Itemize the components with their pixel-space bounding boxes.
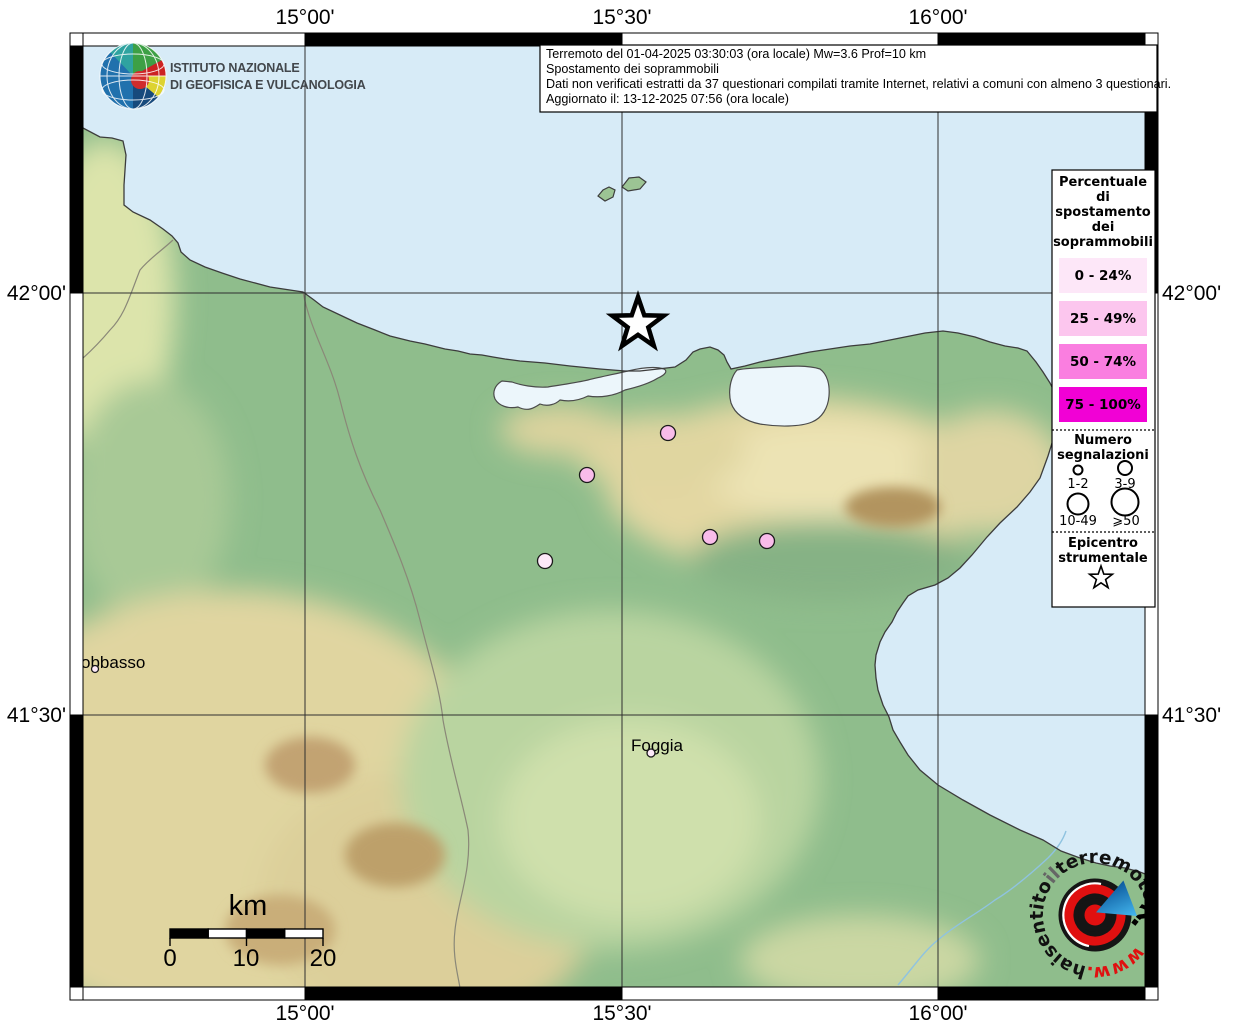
scale-unit-label: km [229,890,268,922]
axis-tick-label: 15°30' [592,1002,651,1024]
legend-title-line: Percentuale [1059,175,1147,190]
signal-size-icon [1074,466,1083,475]
signal-size-label: 3-9 [1114,477,1135,492]
legend-swatch-label: 75 - 100% [1065,397,1141,413]
axis-tick-label: 15°30' [592,6,651,29]
axis-tick-label: 42°00' [7,282,66,305]
signal-size-icon [1112,489,1139,516]
data-point [760,534,775,549]
data-point [703,530,718,545]
legend-title-line: spostamento [1055,205,1151,220]
lake-varano [730,366,830,426]
info-line-event: Terremoto del 01-04-2025 03:30:03 (ora l… [546,47,926,61]
data-point [661,426,676,441]
axis-tick-label: 41°30' [7,704,66,727]
scale-tick-label: 10 [233,945,260,972]
axis-tick-label: 42°00' [1162,282,1221,305]
axis-tick-label: 41°30' [1162,704,1221,727]
data-point [647,749,655,757]
legend-epicenter-line: strumentale [1058,551,1148,566]
info-line-source: Dati non verificati estratti da 37 quest… [546,77,1171,91]
legend-epicenter-line: Epicentro [1068,536,1138,551]
ingv-globe-icon [100,43,166,109]
signal-size-label: 1-2 [1067,477,1088,492]
legend-title-line: di [1096,190,1110,205]
info-line-updated: Aggiornato il: 13-12-2025 07:56 (ora loc… [546,92,789,106]
map-canvas: Foggia obbasso km 0 [0,0,1255,1024]
info-box: Terremoto del 01-04-2025 03:30:03 (ora l… [540,45,1171,112]
legend-swatch-label: 50 - 74% [1070,354,1137,370]
legend-signals-title-line: segnalazioni [1057,448,1149,463]
axis-tick-label: 15°00' [275,6,334,29]
legend-signals-title-line: Numero [1074,433,1132,448]
data-point [538,554,553,569]
scale-tick-label: 20 [310,945,337,972]
signal-size-label: 10-49 [1059,514,1097,529]
city-label-foggia: Foggia [631,736,684,755]
legend-title-line: dei [1092,220,1115,235]
data-point [580,468,595,483]
ingv-name-line1: ISTITUTO NAZIONALE [170,61,300,75]
signal-size-icon [1118,461,1132,475]
scale-tick-label: 0 [163,945,176,972]
axis-tick-label: 16°00' [908,1002,967,1024]
legend: Percentuale di spostamento dei soprammob… [1052,170,1155,607]
axis-tick-label: 16°00' [908,6,967,29]
signal-size-label: ⩾50 [1112,514,1139,529]
earthquake-map-page: { "title_box": { "lines": [ "Terremoto d… [0,0,1255,1024]
legend-swatch-label: 25 - 49% [1070,311,1137,327]
axis-tick-label: 15°00' [275,1002,334,1024]
ingv-name-line2: DI GEOFISICA E VULCANOLOGIA [170,78,366,92]
signal-size-icon [1068,494,1089,515]
data-point [92,666,99,673]
info-line-subject: Spostamento dei soprammobili [546,62,719,76]
legend-title-line: soprammobili [1053,235,1153,250]
city-label-campobasso: obbasso [81,653,145,672]
legend-swatch-label: 0 - 24% [1075,268,1132,284]
map-content: Foggia obbasso km 0 [0,37,1185,1024]
